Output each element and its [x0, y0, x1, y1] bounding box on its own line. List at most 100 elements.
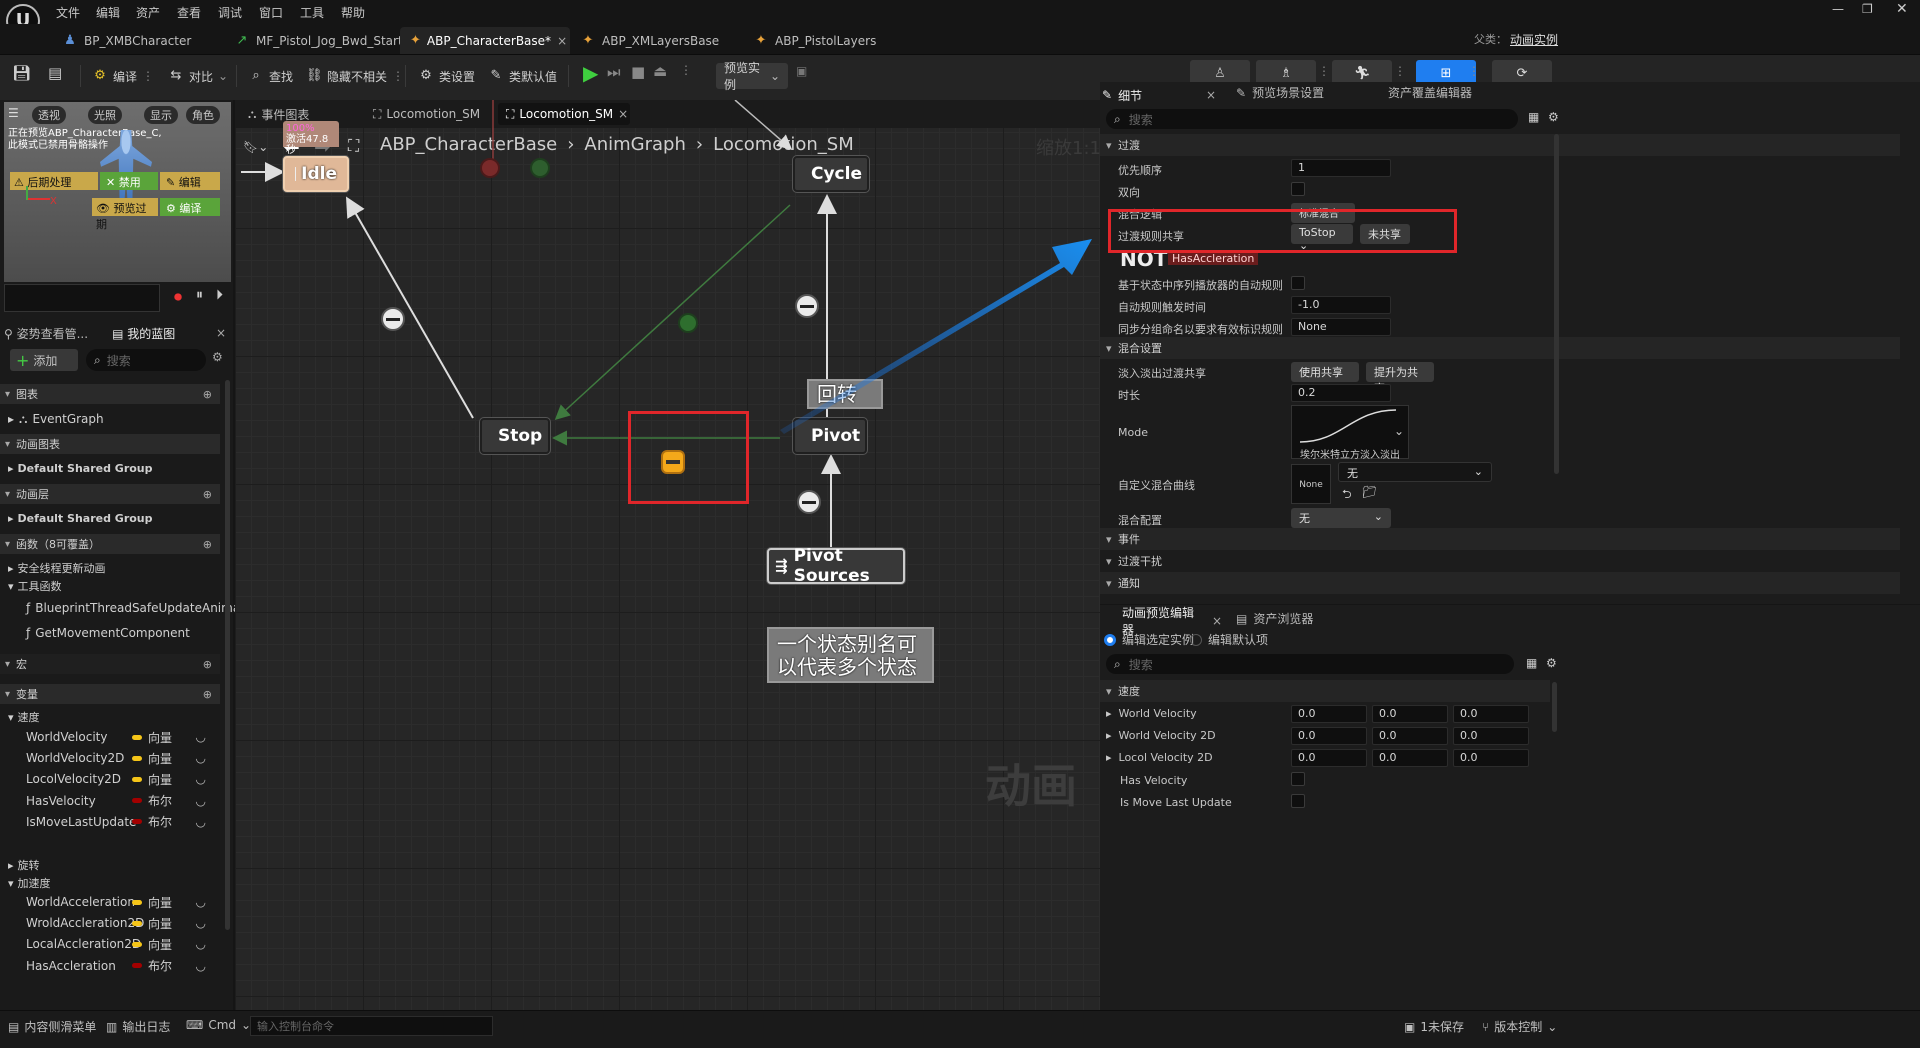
restore-icon[interactable]: ❐: [1862, 2, 1873, 16]
state-node-stop[interactable]: Stop: [480, 418, 550, 454]
content-drawer-button[interactable]: ▤ 内容侧滑菜单: [8, 1018, 96, 1035]
section-interrupt[interactable]: 过渡干扰: [1100, 550, 1900, 572]
variable-row[interactable]: HasAccleration 布尔 ◡: [0, 956, 220, 976]
visibility-eye-icon[interactable]: ◡: [196, 916, 206, 930]
has-velocity-checkbox[interactable]: [1291, 772, 1305, 786]
section-preview-speed[interactable]: 速度: [1100, 680, 1550, 702]
add-circle-icon[interactable]: ⊕: [203, 388, 212, 401]
transition-rule-icon[interactable]: [797, 490, 821, 514]
variable-row[interactable]: IsMoveLastUpdate 布尔 ◡: [0, 812, 220, 832]
visibility-eye-icon[interactable]: ◡: [196, 794, 206, 808]
menu-edit[interactable]: 编辑: [96, 4, 120, 21]
vector-component-field[interactable]: 0.0: [1453, 749, 1529, 767]
details-scrollbar[interactable]: [1554, 134, 1559, 474]
section-variables[interactable]: 变量⊕: [0, 684, 220, 704]
priority-field[interactable]: 1: [1291, 159, 1391, 177]
console-input[interactable]: 输入控制台命令: [250, 1016, 493, 1036]
lighting-pill[interactable]: 光照: [88, 106, 122, 124]
preview-scrollbar[interactable]: [1552, 682, 1557, 732]
radio-edit-defaults[interactable]: 编辑默认项: [1190, 631, 1268, 648]
is-move-checkbox[interactable]: [1291, 794, 1305, 808]
vector-component-field[interactable]: 0.0: [1372, 749, 1448, 767]
section-anim-layers[interactable]: 动画层⊕: [0, 484, 220, 504]
vector-component-field[interactable]: 0.0: [1291, 727, 1367, 745]
save-icon[interactable]: 💾︎: [12, 64, 31, 82]
output-log-button[interactable]: ▥ 输出日志: [106, 1018, 170, 1035]
visibility-eye-icon[interactable]: ◡: [196, 937, 206, 951]
pause-icon[interactable]: ⏸: [196, 287, 203, 303]
list-item[interactable]: ƒ BlueprintThreadSafeUpdateAnimation: [0, 598, 263, 618]
tab-mf-pistol-jog[interactable]: ↗ MF_Pistol_Jog_Bwd_Start: [224, 27, 413, 54]
preview-row-label[interactable]: ▸ World Velocity: [1106, 707, 1197, 720]
curve-asset-dropdown[interactable]: 无 ⌄: [1338, 462, 1492, 482]
section-anim-graphs[interactable]: 动画图表: [0, 434, 220, 454]
use-selected-icon[interactable]: ⮌: [1342, 485, 1352, 506]
mode-dropdown[interactable]: 埃尔米特立方淡入淡出 ⌄: [1291, 405, 1409, 461]
browse-folder-icon[interactable]: 📁︎: [1362, 485, 1377, 499]
variable-category-accel[interactable]: ▾ 加速度: [0, 873, 220, 893]
preview-row-label[interactable]: ▸ World Velocity 2D: [1106, 729, 1216, 742]
comment-alias[interactable]: 一个状态别名可 以代表多个状态: [767, 627, 934, 683]
radio-edit-selected[interactable]: 编辑选定实例: [1104, 631, 1194, 648]
find-button[interactable]: ⌕ 查找: [248, 63, 293, 89]
tab-asset-override[interactable]: 资产覆盖编辑器: [1388, 84, 1472, 101]
variable-row[interactable]: WroldAccleration2D 向量 ◡: [0, 913, 220, 933]
transition-rule-icon[interactable]: [480, 158, 500, 178]
settings-gear-icon[interactable]: ⚙: [1548, 110, 1559, 124]
record-icon[interactable]: ⏺: [174, 287, 182, 307]
visibility-eye-icon[interactable]: ◡: [196, 730, 206, 744]
list-item[interactable]: ▾ 工具函数: [0, 576, 220, 596]
table-view-icon[interactable]: ▦: [1528, 110, 1539, 124]
vector-component-field[interactable]: 0.0: [1453, 727, 1529, 745]
blend-profile-dropdown[interactable]: 无 ⌄: [1291, 508, 1391, 528]
perspective-pill[interactable]: 透视: [32, 106, 66, 124]
section-graphs[interactable]: 图表⊕: [0, 384, 220, 404]
transition-rule-icon[interactable]: [530, 158, 550, 178]
add-circle-icon[interactable]: ⊕: [203, 488, 212, 501]
preview-instance-dropdown[interactable]: 预览实例 ⌄: [716, 61, 788, 92]
section-transition[interactable]: 过渡: [1100, 134, 1900, 156]
preview-stale-button[interactable]: 👁︎ 预览过期: [92, 198, 158, 231]
hide-unrelated-button[interactable]: ⛓ 隐藏不相关 ⋮: [306, 63, 404, 89]
list-item[interactable]: ƒ GetMovementComponent: [0, 623, 220, 643]
section-functions[interactable]: 函数（8可覆盖）⊕: [0, 534, 220, 554]
transition-rule-icon[interactable]: [678, 313, 698, 333]
parent-class-link[interactable]: 动画实例: [1510, 31, 1558, 48]
tab-asset-browser[interactable]: ▤ 资产浏览器: [1236, 610, 1313, 627]
unsaved-button[interactable]: ▣ 1未保存: [1404, 1018, 1464, 1035]
section-macros[interactable]: 宏⊕: [0, 654, 220, 674]
section-events[interactable]: 事件: [1100, 528, 1900, 550]
duration-field[interactable]: 0.2: [1291, 384, 1391, 402]
play-icon[interactable]: ▶: [583, 61, 598, 85]
curve-thumbnail[interactable]: None: [1291, 464, 1331, 504]
minimize-icon[interactable]: —: [1832, 2, 1844, 16]
character-pill[interactable]: 角色: [186, 106, 220, 124]
preview-search-input[interactable]: ⌕ 搜索: [1106, 654, 1514, 674]
tab-abp-pistollayers[interactable]: ✦ ABP_PistolLayers: [743, 27, 886, 54]
disable-button[interactable]: ✕ 禁用: [100, 172, 158, 190]
list-item[interactable]: ▸ Default Shared Group: [0, 458, 220, 478]
visibility-eye-icon[interactable]: ◡: [196, 895, 206, 909]
preview-viewport[interactable]: ☰ 透视 光照 显示 角色 正在预览ABP_CharacterBase_C, 此…: [4, 102, 231, 282]
add-circle-icon[interactable]: ⊕: [203, 658, 212, 671]
settings-gear-icon[interactable]: ⚙: [1546, 656, 1557, 670]
state-node-idle[interactable]: Idle: [283, 156, 349, 192]
tab-abp-characterbase[interactable]: ✦ ABP_CharacterBase* ×: [400, 27, 570, 54]
variable-category-rotation[interactable]: ▸ 旋转: [0, 855, 220, 875]
my-blueprint-tab[interactable]: ▤ 我的蓝图: [112, 325, 175, 342]
pose-watch-tab[interactable]: ⚲ 姿势查看管...: [4, 325, 88, 342]
eject-icon[interactable]: ⏏: [653, 62, 667, 80]
menu-tools[interactable]: 工具: [300, 4, 324, 21]
details-search-input[interactable]: ⌕ 搜索: [1106, 109, 1518, 129]
section-notify[interactable]: 通知: [1100, 572, 1900, 594]
cmd-dropdown[interactable]: ⌨ Cmd ⌄: [186, 1018, 251, 1032]
tab-abp-xmlayersbase[interactable]: ✦ ABP_XMLayersBase: [570, 27, 729, 54]
vector-component-field[interactable]: 0.0: [1372, 705, 1448, 723]
menu-help[interactable]: 帮助: [341, 4, 365, 21]
close-tab-icon[interactable]: ×: [1206, 88, 1216, 102]
menu-debug[interactable]: 调试: [218, 4, 242, 21]
close-window-icon[interactable]: ✕: [1896, 1, 1908, 17]
show-pill[interactable]: 显示: [144, 106, 178, 124]
transition-rule-icon[interactable]: [381, 307, 405, 331]
timeline-scrubber[interactable]: [4, 284, 160, 312]
